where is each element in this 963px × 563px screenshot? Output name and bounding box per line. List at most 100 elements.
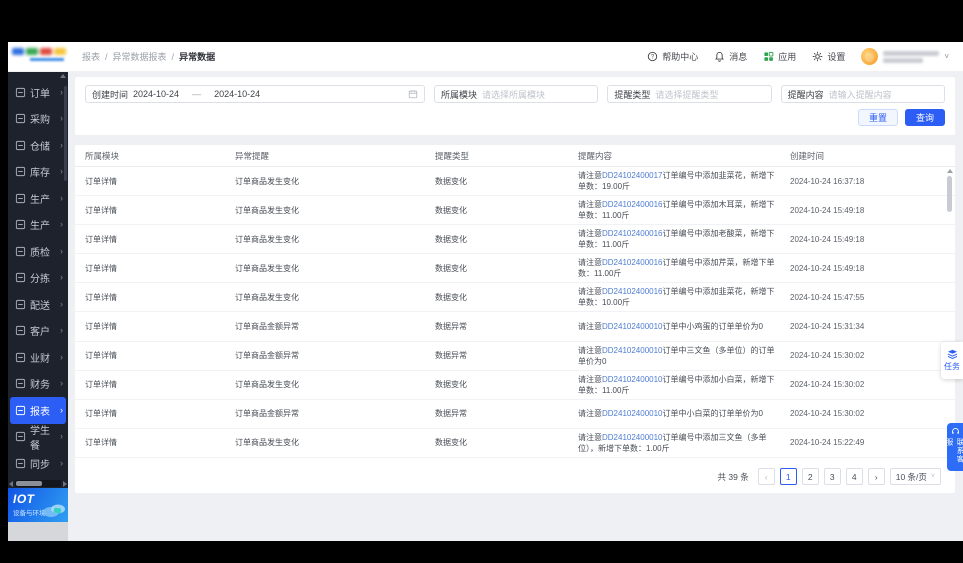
module-label: 所属模块 [441,88,477,101]
sidebar-item-production[interactable]: 生产› [8,212,68,239]
chevron-right-icon: › [60,273,63,282]
sidebar-item-production[interactable]: 生产› [8,185,68,212]
chevron-right-icon: › [60,194,63,203]
messages-button[interactable]: 消息 [714,50,747,63]
task-widget-label: 任务 [944,361,960,372]
column-type: 提醒类型 [435,150,578,162]
apps-button[interactable]: 应用 [763,50,796,63]
scroll-right-icon[interactable] [63,481,67,487]
sorting-icon [15,272,26,283]
cell-type: 数据变化 [435,292,578,303]
sidebar-item-finance[interactable]: 财务› [8,371,68,398]
order-number-link[interactable]: DD24102400016 [602,200,663,209]
scroll-up-icon[interactable] [947,169,953,173]
sidebar-item-delivery[interactable]: 配送› [8,291,68,318]
page-size-select[interactable]: 10 条/页 ˅ [890,468,941,485]
logo-icon [12,48,66,55]
cell-content: 请注意DD24102400010订单中小鸡蛋的订单单价为0 [578,321,790,332]
pagination: 共 39 条 ‹ 1234 › 10 条/页 ˅ [718,468,941,485]
cell-time: 2024-10-24 15:30:02 [790,351,945,360]
cell-content: 请注意DD24102400010订单中三文鱼（多单位）的订单单价为0 [578,345,790,367]
sidebar-item-business-finance[interactable]: 业财› [8,344,68,371]
reminder-type-select[interactable]: 提醒类型 请选择提醒类型 [607,85,771,103]
student-meal-icon [15,431,26,442]
next-page-button[interactable]: › [868,468,885,485]
module-select[interactable]: 所属模块 请选择所属模块 [434,85,598,103]
sidebar-item-warehouse[interactable]: 仓储› [8,132,68,159]
chevron-down-icon: ˅ [944,52,949,61]
order-number-link[interactable]: DD24102400010 [602,409,663,418]
order-number-link[interactable]: DD24102400010 [602,346,663,355]
cell-content: 请注意DD24102400010订单编号中添加小白菜，新增下单数：11.00斤 [578,374,790,396]
order-number-link[interactable]: DD24102400016 [602,258,663,267]
prev-page-button[interactable]: ‹ [758,468,775,485]
report-icon [15,405,26,416]
content-prefix: 请注意 [578,287,602,296]
sidebar-item-customer[interactable]: 客户› [8,318,68,345]
hscroll-thumb[interactable] [16,481,42,486]
query-button[interactable]: 查询 [905,109,945,126]
cell-time: 2024-10-24 15:47:55 [790,293,945,302]
reset-button[interactable]: 重置 [858,109,898,126]
sidebar-item-report[interactable]: 报表 › [10,397,66,424]
breadcrumb-separator: / [105,52,108,62]
scroll-left-icon[interactable] [9,481,13,487]
header-actions: ? 帮助中心 消息 应用 设置 ˅ [647,48,963,65]
sidebar: 订单›采购›仓储›库存›生产›生产›质检›分拣›配送›客户›业财›财务›报表›学… [8,72,68,541]
finance-icon [15,378,26,389]
sidebar-horizontal-scrollbar[interactable] [8,479,68,488]
reminder-content-input[interactable]: 提醒内容 请输入提醒内容 [781,85,945,103]
task-widget[interactable]: 任务 [941,342,963,379]
user-menu[interactable]: ˅ [861,48,949,65]
sidebar-item-label: 质检 [30,244,50,259]
content-prefix: 请注意 [578,258,602,267]
cell-module: 订单详情 [85,321,235,332]
page-button-1[interactable]: 1 [780,468,797,485]
sidebar-item-order[interactable]: 订单› [8,79,68,106]
table-scrollbar[interactable] [946,169,953,461]
order-number-link[interactable]: DD24102400016 [602,229,663,238]
chevron-right-icon: › [60,167,63,176]
content-prefix: 请注意 [578,346,602,355]
cell-alert: 订单商品金额异常 [235,350,435,361]
customer-icon [15,325,26,336]
date-to-value[interactable]: 2024-10-24 [214,89,260,99]
date-range-picker[interactable]: 创建时间 2024-10-24 — 2024-10-24 [85,85,425,103]
page-button-3[interactable]: 3 [824,468,841,485]
main-content: 创建时间 2024-10-24 — 2024-10-24 所属模块 请选择所属模… [68,72,963,541]
table-row: 订单详情订单商品发生变化数据变化请注意DD24102400017订单编号中添加韭… [75,167,955,196]
vscroll-thumb[interactable] [947,176,952,212]
chevron-right-icon: › [60,379,63,388]
chevron-right-icon: › [60,406,63,415]
order-number-link[interactable]: DD24102400010 [602,322,663,331]
order-number-link[interactable]: DD24102400010 [602,375,663,384]
date-label: 创建时间 [92,88,128,101]
order-number-link[interactable]: DD24102400017 [602,171,663,180]
business-finance-icon [15,352,26,363]
order-number-link[interactable]: DD24102400010 [602,433,663,442]
sidebar-item-purchase[interactable]: 采购› [8,106,68,133]
sidebar-item-label: 报表 [30,403,50,418]
sidebar-scroll-up-icon[interactable] [60,74,66,78]
sidebar-item-inventory[interactable]: 库存 › [8,159,68,186]
iot-banner[interactable]: IOT 设备与环境 [8,488,68,522]
cell-type: 数据异常 [435,408,578,419]
cell-module: 订单详情 [85,176,235,187]
sidebar-item-label: 同步 [30,456,50,471]
sidebar-item-quality[interactable]: 质检› [8,238,68,265]
date-from-value[interactable]: 2024-10-24 [133,89,179,99]
sidebar-item-sync[interactable]: 同步› [8,450,68,477]
sidebar-item-student-meal[interactable]: 学生餐› [8,424,68,451]
order-number-link[interactable]: DD24102400016 [602,287,663,296]
sidebar-item-label: 库存 [30,164,50,179]
contact-service-widget[interactable]: 联系客服 [947,423,963,471]
page-button-2[interactable]: 2 [802,468,819,485]
headset-icon [951,427,960,436]
page-button-4[interactable]: 4 [846,468,863,485]
settings-button[interactable]: 设置 [812,50,845,63]
help-center-button[interactable]: ? 帮助中心 [647,50,698,63]
breadcrumb-item[interactable]: 报表 [82,50,100,63]
sidebar-item-sorting[interactable]: 分拣› [8,265,68,292]
content-prefix: 请注意 [578,375,602,384]
breadcrumb-item[interactable]: 异常数据报表 [113,50,167,63]
